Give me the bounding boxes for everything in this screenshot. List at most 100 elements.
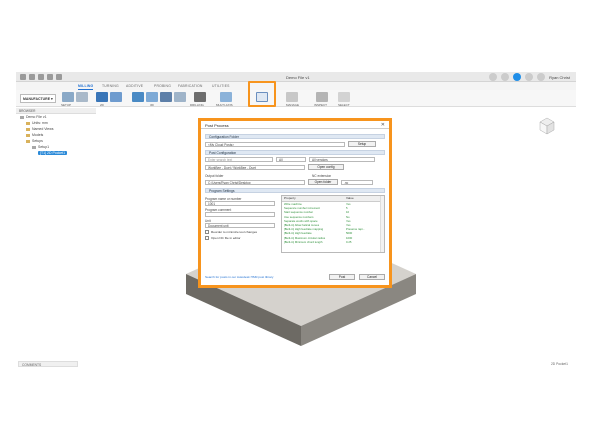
tab-fabrication[interactable]: FABRICATION: [178, 84, 203, 88]
tab-additive[interactable]: ADDITIVE: [126, 84, 143, 88]
browser-panel: BROWSER Demo File v1 Units: mm Named Vie…: [16, 108, 96, 168]
browser-item-label: Units: mm: [32, 121, 48, 125]
post-process-dialog: Post Process ✕ Configuration Folder <My …: [198, 118, 392, 288]
folder-icon: [26, 121, 30, 125]
workspace-switcher[interactable]: MANUFACTURE ▾: [20, 94, 56, 103]
tab-utilities[interactable]: UTILITIES: [212, 84, 230, 88]
group-manage[interactable]: MANAGE: [286, 103, 299, 107]
status-text: 2D Pocket1: [550, 362, 568, 366]
bottom-bar: COMMENTS 2D Pocket1: [16, 360, 576, 369]
program-name-input[interactable]: 1001: [205, 201, 275, 206]
value-column-header: Value: [346, 196, 354, 200]
reorder-checkbox[interactable]: Reorder to minimize tool changes: [205, 230, 277, 234]
property-name: [Built-in] Minimum chord length: [284, 239, 323, 244]
help-icon[interactable]: [537, 73, 546, 81]
folder-icon: [26, 133, 30, 137]
stock-icon[interactable]: [76, 92, 88, 102]
output-folder-label: Output folder: [205, 174, 224, 178]
ribbon-toolbar: MANUFACTURE ▾ SETUP 2D 3D DRILLING MULTI…: [16, 90, 576, 107]
title-bar: Demo File v1 Ryan Christ: [16, 72, 576, 82]
browser-item-label: Demo File v1: [26, 115, 47, 119]
file-icon[interactable]: [29, 74, 35, 80]
multi-axis-icon[interactable]: [220, 92, 232, 102]
title-bar-right: Ryan Christ: [489, 73, 570, 81]
user-name[interactable]: Ryan Christ: [549, 75, 570, 80]
post-search-input[interactable]: Enter search text: [205, 157, 273, 162]
post-select[interactable]: WorkBee - Duet / WorkBee - Duet: [205, 164, 305, 170]
grid-menu-icon[interactable]: [20, 74, 26, 80]
vendor-filter-select[interactable]: All vendors: [309, 157, 375, 162]
property-column-header: Property: [284, 196, 296, 200]
open-folder-button[interactable]: Open folder: [308, 179, 338, 185]
select-icon[interactable]: [338, 92, 350, 102]
setup-button[interactable]: Setup: [348, 141, 376, 147]
output-folder-input[interactable]: C:/Users/Ryan Christ/Desktop: [205, 179, 305, 185]
extensions-icon[interactable]: [501, 73, 510, 81]
group-setup[interactable]: SETUP: [61, 103, 71, 107]
3d-pocket-icon[interactable]: [146, 92, 158, 102]
properties-table[interactable]: Property Value Write machine Yes Sequence…: [281, 195, 385, 253]
comments-panel[interactable]: COMMENTS: [18, 361, 78, 367]
section-program-settings: Program Settings: [205, 188, 385, 193]
undo-icon[interactable]: [47, 74, 53, 80]
post-filter-select[interactable]: All: [276, 157, 306, 162]
setup-icon: [32, 145, 36, 149]
dialog-title-bar: Post Process ✕: [201, 121, 389, 129]
workspace-label: MANUFACTURE: [23, 97, 51, 101]
browser-item-label: Models: [32, 133, 44, 137]
nc-extension-input[interactable]: .nc: [341, 179, 373, 185]
viewcube-icon[interactable]: [538, 116, 556, 136]
section-configuration-folder: Configuration Folder: [205, 134, 385, 139]
browser-item-label: Named Views: [32, 127, 54, 131]
2d-pocket-icon[interactable]: [110, 92, 122, 102]
group-inspect[interactable]: INSPECT: [314, 103, 327, 107]
notifications-icon[interactable]: [525, 73, 534, 81]
3d-adaptive-icon[interactable]: [132, 92, 144, 102]
post-process-highlight: [248, 81, 276, 107]
post-button[interactable]: Post: [329, 274, 355, 280]
job-status-icon[interactable]: [513, 73, 522, 81]
tab-probing[interactable]: PROBING: [154, 84, 171, 88]
tab-milling[interactable]: MILLING: [78, 84, 94, 90]
folder-icon: [26, 139, 30, 143]
dialog-footer: Search for posts in our Autodesk HSM pos…: [205, 273, 385, 281]
table-row[interactable]: [Built-in] Minimum chord length 0.25: [282, 240, 384, 244]
inspect-icon[interactable]: [316, 92, 328, 102]
close-icon[interactable]: ✕: [381, 122, 385, 128]
open-nc-label: Open NC file in editor: [211, 236, 241, 240]
group-select[interactable]: SELECT: [338, 103, 350, 107]
dialog-title: Post Process: [205, 123, 229, 128]
reorder-label: Reorder to minimize tool changes: [211, 230, 258, 234]
checkbox-box: [205, 230, 209, 234]
properties-scrollbar[interactable]: [380, 196, 384, 252]
2d-adaptive-icon[interactable]: [96, 92, 108, 102]
browser-item-label: Setups: [32, 139, 43, 143]
program-comment-input[interactable]: [205, 212, 275, 217]
open-nc-checkbox[interactable]: Open NC file in editor: [205, 236, 277, 240]
post-library-link[interactable]: Search for posts in our Autodesk HSM pos…: [205, 275, 273, 279]
checkbox-box: [205, 236, 209, 240]
save-icon[interactable]: [38, 74, 44, 80]
config-folder-select[interactable]: <My Cloud Posts>: [205, 141, 345, 147]
unit-select[interactable]: Document unit: [205, 223, 275, 228]
group-multi-axis[interactable]: MULTI-AXIS: [216, 103, 233, 107]
folder-icon: [26, 127, 30, 131]
browser-item-label: Setup1: [38, 145, 50, 149]
browser-item-label-selected: [T1] 2D Pocket1: [38, 151, 68, 155]
redo-icon[interactable]: [56, 74, 62, 80]
setup-icon[interactable]: [62, 92, 74, 102]
ribbon-tabs: MILLING TURNING ADDITIVE PROBING FABRICA…: [16, 82, 576, 90]
quick-access-toolbar: [20, 74, 62, 80]
tab-turning[interactable]: TURNING: [102, 84, 119, 88]
group-drilling[interactable]: DRILLING: [190, 103, 204, 107]
add-tab-icon[interactable]: [489, 73, 498, 81]
group-2d[interactable]: 2D: [100, 103, 104, 107]
3d-parallel-icon[interactable]: [174, 92, 186, 102]
open-config-button[interactable]: Open config: [308, 164, 344, 170]
browser-item-operation[interactable]: [T1] 2D Pocket1: [16, 150, 96, 156]
group-3d[interactable]: 3D: [150, 103, 154, 107]
cancel-button[interactable]: Cancel: [359, 274, 385, 280]
3d-contour-icon[interactable]: [160, 92, 172, 102]
manage-icon[interactable]: [286, 92, 298, 102]
drill-icon[interactable]: [194, 92, 206, 102]
